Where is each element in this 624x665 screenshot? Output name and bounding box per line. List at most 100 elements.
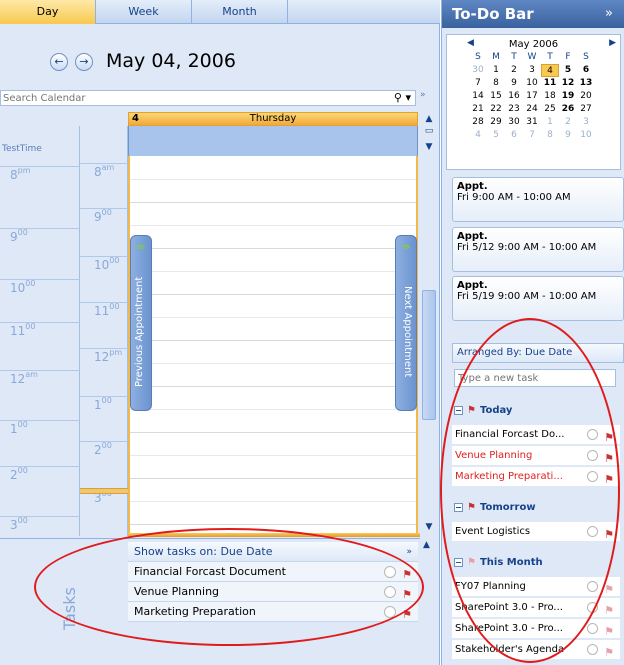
calendar-day[interactable]: 28	[469, 116, 487, 129]
hour-line	[0, 370, 80, 371]
calendar-day[interactable]: 3	[577, 116, 595, 129]
previous-appointment-label: Previous Appointment	[134, 276, 145, 388]
annotation-ellipse-tasks	[34, 528, 424, 646]
calendar-day[interactable]: 2	[559, 116, 577, 129]
weekday-label: S	[475, 52, 481, 62]
time-label: 8pm	[10, 166, 31, 182]
calendar-day[interactable]: 8	[487, 77, 505, 90]
time-slot-line	[130, 432, 416, 433]
tasks-scrollbar[interactable]: ▲	[420, 538, 438, 665]
calendar-day[interactable]: 24	[523, 103, 541, 116]
calendar-day[interactable]: 5	[559, 64, 577, 77]
next-month-icon[interactable]: ▶	[609, 38, 616, 48]
time-slot-line	[130, 294, 416, 295]
search-icon[interactable]: ⚲ ▾	[394, 91, 411, 104]
weekday-label: T	[547, 52, 553, 62]
calendar-day[interactable]: 4	[541, 64, 559, 77]
calendar-day[interactable]: 9	[559, 129, 577, 142]
calendar-day[interactable]: 20	[577, 90, 595, 103]
calendar-day[interactable]: 29	[487, 116, 505, 129]
calendar-day[interactable]: 4	[469, 129, 487, 142]
all-day-area[interactable]	[128, 126, 418, 156]
task-checkbox[interactable]	[587, 623, 598, 634]
week-row: 21 22 23 24 25 26 27	[447, 103, 620, 116]
calendar-day[interactable]: 31	[523, 116, 541, 129]
calendar-day[interactable]: 2	[505, 64, 523, 77]
time-label: 900	[10, 228, 28, 244]
task-checkbox[interactable]	[587, 644, 598, 655]
hour-line	[80, 441, 128, 442]
calendar-day[interactable]: 13	[577, 77, 595, 90]
weekday-label: S	[583, 52, 589, 62]
scroll-down-icon[interactable]: ▼	[422, 142, 436, 152]
annotation-ellipse-todo	[440, 318, 620, 663]
week-row: 4 5 6 7 8 9 10	[447, 129, 620, 142]
calendar-day[interactable]: 18	[541, 90, 559, 103]
tasks-scroll-up-icon[interactable]: ▲	[423, 540, 430, 550]
appointment-card[interactable]: Appt. Fri 9:00 AM - 10:00 AM	[452, 177, 624, 222]
calendar-day[interactable]: 15	[487, 90, 505, 103]
calendar-day[interactable]: 12	[559, 77, 577, 90]
flag-icon[interactable]: ⚑	[604, 601, 614, 617]
time-label: 200	[10, 466, 28, 482]
appointment-card[interactable]: Appt. Fri 5/19 9:00 AM - 10:00 AM	[452, 276, 624, 321]
time-scale-right	[80, 126, 128, 536]
calendar-day[interactable]: 21	[469, 103, 487, 116]
scroll-down-bottom-icon[interactable]: ▼	[422, 522, 436, 532]
collapse-icon[interactable]: »	[406, 542, 412, 562]
appointment-card[interactable]: Appt. Fri 5/12 9:00 AM - 10:00 AM	[452, 227, 624, 272]
calendar-day[interactable]: 30	[505, 116, 523, 129]
calendar-day[interactable]: 14	[469, 90, 487, 103]
time-slot-line	[130, 225, 416, 226]
calendar-day[interactable]: 7	[523, 129, 541, 142]
time-slot-line	[130, 455, 416, 456]
calendar-day[interactable]: 7	[469, 77, 487, 90]
calendar-day[interactable]: 8	[541, 129, 559, 142]
date-title: May 04, 2006	[106, 50, 236, 72]
scroll-page-icon[interactable]: ▭	[422, 126, 436, 136]
previous-arrow-icon: ⇚	[136, 242, 146, 253]
tab-month[interactable]: Month	[192, 0, 288, 24]
calendar-day[interactable]: 1	[487, 64, 505, 77]
calendar-day[interactable]: 17	[523, 90, 541, 103]
calendar-day[interactable]: 3	[523, 64, 541, 77]
calendar-day[interactable]: 16	[505, 90, 523, 103]
calendar-day[interactable]: 30	[469, 64, 487, 77]
time-label: 200	[94, 441, 112, 457]
calendar-day[interactable]: 22	[487, 103, 505, 116]
calendar-day[interactable]: 6	[505, 129, 523, 142]
tab-day[interactable]: Day	[0, 0, 96, 24]
next-appointment-tab[interactable]: ⇛ Next Appointment	[395, 235, 417, 411]
calendar-day[interactable]: 25	[541, 103, 559, 116]
calendar-day[interactable]: 1	[541, 116, 559, 129]
search-input[interactable]	[1, 91, 361, 106]
time-label: 1100	[94, 302, 120, 318]
calendar-day[interactable]: 10	[523, 77, 541, 90]
flag-icon[interactable]: ⚑	[604, 643, 614, 659]
calendar-day[interactable]: 11	[541, 77, 559, 90]
scrollbar-thumb[interactable]	[422, 290, 436, 420]
time-label: 100	[94, 396, 112, 412]
calendar-day[interactable]: 27	[577, 103, 595, 116]
previous-appointment-tab[interactable]: ⇚ Previous Appointment	[130, 235, 152, 411]
time-label: 300	[10, 516, 28, 532]
tab-week[interactable]: Week	[96, 0, 192, 24]
time-slot-line	[130, 248, 416, 249]
calendar-scrollbar[interactable]: ▲ ▭ ▼ ▼	[420, 112, 438, 536]
flag-icon[interactable]: ⚑	[604, 622, 614, 638]
hour-line	[0, 322, 80, 323]
next-arrow-icon: ⇛	[401, 242, 411, 253]
calendar-day[interactable]: 6	[577, 64, 595, 77]
forward-arrow-icon[interactable]: →	[75, 53, 93, 71]
scroll-up-icon[interactable]: ▲	[422, 114, 436, 124]
back-arrow-icon[interactable]: ←	[50, 53, 68, 71]
calendar-day[interactable]: 23	[505, 103, 523, 116]
day-grid[interactable]	[128, 156, 418, 536]
calendar-day[interactable]: 9	[505, 77, 523, 90]
search-options-icon[interactable]: »	[420, 90, 426, 100]
calendar-day[interactable]: 5	[487, 129, 505, 142]
calendar-day[interactable]: 10	[577, 129, 595, 142]
calendar-day[interactable]: 19	[559, 90, 577, 103]
calendar-day[interactable]: 26	[559, 103, 577, 116]
expand-icon[interactable]: »	[605, 0, 613, 28]
